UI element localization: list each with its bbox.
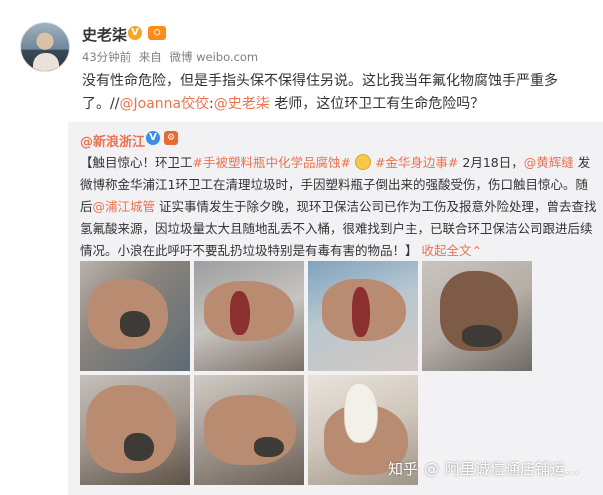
chevron-up-icon[interactable]: ⌃	[472, 243, 482, 258]
wound-mark	[352, 287, 370, 337]
post-time[interactable]: 43分钟前	[82, 50, 131, 64]
grime-mark	[462, 325, 502, 347]
hashtag-corrosion[interactable]: #手被塑料瓶中化学品腐蚀#	[193, 155, 351, 170]
repost-member-icon[interactable]: ⚙	[164, 131, 178, 145]
repost-text-a: 【触目惊心！环卫工	[80, 155, 193, 170]
repost-text-e: 证实事情发生于除夕晚，现环卫保洁公司已作为工伤及报意外险处理，曾去查找氢氟酸来源…	[80, 199, 597, 258]
photo-thumbnail-2[interactable]	[194, 261, 304, 371]
grime-mark	[254, 437, 284, 457]
weibo-post: 史老柒 V ⛭ 43分钟前 来自 微博 weibo.com 没有性命危险，但是手…	[0, 0, 603, 495]
hashtag-jinhua[interactable]: #金华身边事#	[375, 155, 458, 170]
post-body: 没有性命危险，但是手指头保不保得住另说。这比我当年氟化物腐蚀手严重多 了。//@…	[82, 70, 587, 116]
face-emoji-icon	[354, 154, 371, 170]
source-prefix: 来自	[138, 50, 162, 64]
verified-badge-icon[interactable]: V	[128, 26, 142, 40]
mention-joanna[interactable]: @Joanna佼佼	[119, 96, 209, 112]
repost-text-f: 】	[405, 243, 418, 258]
grime-mark	[124, 433, 154, 461]
photo-thumbnail-6[interactable]	[194, 375, 304, 485]
avatar-figure	[33, 53, 59, 71]
mention-huanghuifeng[interactable]: @黄辉缝	[524, 155, 574, 170]
repost-author[interactable]: @新浪浙江	[80, 131, 145, 150]
photo-thumbnail-5[interactable]	[80, 375, 190, 485]
post-text-line2-a: 了。//	[82, 96, 120, 112]
collapse-text-link[interactable]: 收起全文	[422, 243, 472, 258]
hand-shape	[204, 395, 296, 465]
reposted-content: @新浪浙江 V ⚙ 【触目惊心！环卫工#手被塑料瓶中化学品腐蚀# #金华身边事#…	[68, 122, 603, 495]
post-meta: 43分钟前 来自 微博 weibo.com	[82, 49, 262, 65]
photo-thumbnail-3[interactable]	[308, 261, 418, 371]
photo-thumbnail-4[interactable]	[422, 261, 532, 371]
post-source[interactable]: 微博 weibo.com	[169, 50, 258, 64]
author-avatar[interactable]	[20, 22, 70, 72]
mention-pujiang-chengguan[interactable]: @浦江城管	[93, 199, 156, 214]
repost-verified-icon[interactable]: V	[146, 131, 160, 145]
repost-body: 【触目惊心！环卫工#手被塑料瓶中化学品腐蚀# #金华身边事# 2月18日，@黄辉…	[80, 152, 600, 262]
author-name[interactable]: 史老柒	[82, 24, 127, 45]
watermark-account: 阿里诚信通店铺运...	[445, 460, 580, 478]
photo-thumbnail-1[interactable]	[80, 261, 190, 371]
watermark-at: @	[424, 460, 440, 478]
zhihu-watermark: 知乎 @ 阿里诚信通店铺运...	[388, 458, 579, 479]
repost-text-c: 2月18日，	[458, 155, 524, 170]
grime-mark	[120, 311, 150, 337]
mention-shilaoqi[interactable]: @史老柒	[214, 96, 270, 112]
watermark-site: 知乎	[388, 460, 419, 478]
post-text-line1: 没有性命危险，但是手指头保不保得住另说。这比我当年氟化物腐蚀手严重多	[82, 73, 558, 89]
level-badge-icon[interactable]: ⛭	[148, 26, 166, 40]
bandage-shape	[344, 383, 378, 443]
post-text-line2-c: 老师，这位环卫工有生命危险吗？	[269, 96, 485, 112]
wound-mark	[230, 291, 250, 335]
